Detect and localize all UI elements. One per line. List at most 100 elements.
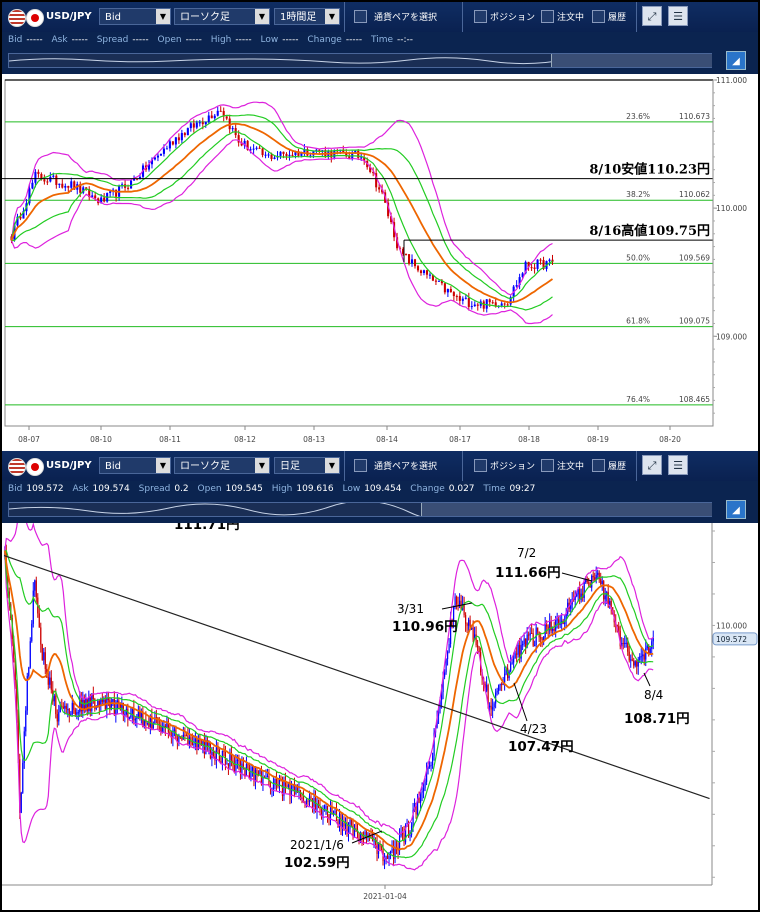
price-type-select[interactable]: Bid ▼: [99, 8, 171, 25]
candle: [631, 659, 633, 661]
select-pair-checkbox[interactable]: [354, 459, 367, 472]
symbol-label[interactable]: USD/JPY: [46, 11, 92, 22]
candle: [61, 183, 64, 188]
candle: [226, 763, 228, 765]
candle: [430, 764, 432, 766]
window-list-icon[interactable]: ☰: [668, 455, 688, 475]
chart-navigator[interactable]: ◢: [2, 497, 758, 523]
candle: [531, 632, 533, 634]
open-label: Open: [157, 35, 182, 45]
position-checkbox[interactable]: [474, 10, 487, 23]
candle: [624, 642, 626, 645]
candle: [279, 151, 282, 156]
bid-value: 109.572: [26, 484, 64, 494]
window-list-icon[interactable]: ☰: [668, 6, 688, 26]
spread-value: 0.2: [174, 484, 189, 494]
candle: [639, 656, 641, 660]
candle: [227, 763, 230, 767]
symbol-label[interactable]: USD/JPY: [46, 460, 92, 471]
candle: [223, 750, 225, 752]
candle: [180, 133, 183, 141]
candle: [267, 154, 270, 156]
candle: [245, 764, 248, 776]
candle: [247, 764, 249, 768]
fibonacci-pct-label: 50.0%: [626, 253, 650, 262]
candle: [53, 695, 55, 702]
zoom-icon[interactable]: ◢: [726, 51, 746, 70]
navigator-track[interactable]: [8, 53, 712, 68]
annotation-date: 4/23: [520, 722, 547, 736]
timeframe-value: 1時間足: [280, 12, 317, 23]
select-pair-checkbox[interactable]: [354, 10, 367, 23]
history-checkbox[interactable]: [592, 10, 605, 23]
candle: [31, 182, 34, 189]
candle: [522, 644, 524, 646]
candle: [492, 707, 494, 710]
chart-settings-icon[interactable]: ⤢: [642, 6, 662, 26]
change-value: 0.027: [448, 484, 475, 494]
navigator-track[interactable]: [8, 502, 712, 517]
candle: [516, 653, 518, 655]
orders-checkbox[interactable]: [541, 459, 554, 472]
candle: [219, 110, 222, 112]
candle: [511, 662, 513, 664]
candle: [627, 642, 629, 652]
candle: [404, 253, 408, 255]
chart-type-select[interactable]: ローソク足 ▼: [174, 457, 270, 474]
candle: [231, 128, 234, 130]
fibonacci-price-label: 110.062: [679, 190, 710, 199]
screenshot-frame: USD/JPY Bid ▼ ローソク足 ▼ 1時間足 ▼ 通貨ペアを選択 ポジション …: [2, 2, 758, 910]
navigator-selection[interactable]: [421, 503, 712, 516]
chart-type-select[interactable]: ローソク足 ▼: [174, 8, 270, 25]
orders-checkbox[interactable]: [541, 10, 554, 23]
bid-label: Bid: [8, 484, 23, 494]
candle: [55, 695, 57, 715]
spread-label: Spread: [138, 484, 171, 494]
candle: [467, 297, 470, 307]
zoom-icon[interactable]: ◢: [726, 500, 746, 519]
candle: [466, 623, 468, 626]
timeframe-select[interactable]: 1時間足 ▼: [274, 8, 340, 25]
candle: [134, 719, 136, 721]
navigator-selection[interactable]: [551, 54, 712, 67]
chart-type-value: ローソク足: [180, 461, 230, 472]
us-flag-icon: [8, 9, 26, 27]
divider: [344, 451, 345, 481]
candle: [255, 147, 258, 149]
chevron-down-icon: ▼: [156, 458, 170, 473]
candle: [532, 633, 534, 646]
candle: [64, 185, 67, 188]
candle: [618, 626, 620, 631]
candle: [498, 685, 500, 691]
timeframe-select[interactable]: 日足 ▼: [274, 457, 340, 474]
history-checkbox[interactable]: [592, 459, 605, 472]
chart-navigator[interactable]: ◢: [2, 48, 758, 74]
candle: [461, 298, 464, 301]
candle: [373, 840, 375, 842]
candle: [357, 150, 360, 158]
candle: [103, 699, 105, 702]
price-type-select[interactable]: Bid ▼: [99, 457, 171, 474]
y-tick-label: 110.000: [716, 204, 747, 213]
candle: [530, 267, 533, 269]
annotation-date: 8/4: [644, 688, 663, 702]
candle: [407, 822, 410, 836]
candle: [188, 737, 190, 744]
annotation-label: 8/10安値110.23円: [589, 162, 710, 178]
position-checkbox[interactable]: [474, 459, 487, 472]
candle: [649, 648, 651, 654]
chevron-down-icon: ▼: [325, 458, 339, 473]
candle: [34, 580, 36, 591]
candle: [643, 654, 645, 660]
annotation-price: 107.47円: [508, 739, 574, 755]
candle: [43, 179, 46, 182]
candle: [178, 736, 180, 743]
candle: [651, 641, 653, 649]
daily-candlestick-chart[interactable]: 2020/2/20112.22円2020/3/24111.71円3/31110.…: [2, 523, 758, 910]
candle: [293, 785, 296, 794]
orders-label: 注文中: [557, 13, 585, 23]
chart-settings-icon[interactable]: ⤢: [642, 455, 662, 475]
candle: [92, 694, 94, 700]
divider: [636, 451, 637, 481]
hourly-candlestick-chart[interactable]: 23.6% 110.673 38.2% 110.062 50.0% 109.569 61.8…: [2, 74, 758, 450]
